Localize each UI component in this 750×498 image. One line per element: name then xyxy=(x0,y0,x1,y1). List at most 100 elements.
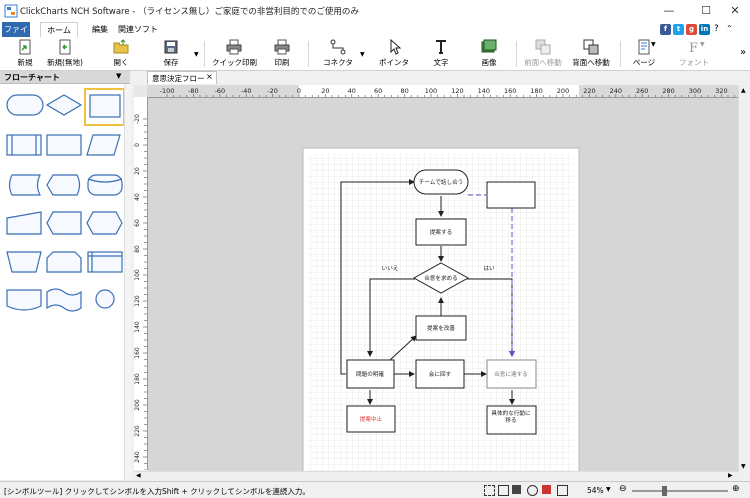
node-empty-box[interactable] xyxy=(486,181,536,209)
symbol-decision[interactable] xyxy=(45,94,83,116)
close-tab-icon[interactable]: × xyxy=(206,72,213,81)
image-button[interactable]: 画像 xyxy=(472,39,506,69)
ruler-tick-label: 0 xyxy=(134,143,141,147)
new-blank-button[interactable]: 新規(無地) xyxy=(40,39,90,69)
symbol-display[interactable] xyxy=(46,174,81,196)
page-button[interactable]: ページ xyxy=(626,39,662,69)
symbol-internal-storage[interactable] xyxy=(87,251,123,273)
symbol-preparation-left[interactable] xyxy=(46,211,82,235)
ruler-tick-label: 200 xyxy=(134,399,141,411)
document-tab[interactable]: 意思決定フロー × xyxy=(147,71,217,84)
node-start-label: チームで話し合う xyxy=(419,178,464,186)
symbol-library-scrollbar[interactable] xyxy=(124,84,131,480)
save-dropdown-icon[interactable]: ▼ xyxy=(194,51,199,58)
print-button[interactable]: 印刷 xyxy=(266,39,298,69)
tab-file[interactable]: ファイル xyxy=(2,22,30,49)
scroll-down-icon[interactable]: ▼ xyxy=(741,463,746,470)
symbol-document-box[interactable] xyxy=(46,134,82,156)
symbol-stored-data[interactable] xyxy=(8,174,41,196)
maximize-button[interactable]: ☐ xyxy=(690,0,722,22)
text-button[interactable]: 文字 xyxy=(424,39,458,69)
ruler-tick-label: 120 xyxy=(134,295,141,307)
twitter-icon[interactable]: t xyxy=(673,24,684,35)
grid-toggle-icon[interactable] xyxy=(527,485,538,496)
pointer-button[interactable]: ポインタ xyxy=(374,39,414,69)
vertical-scrollbar[interactable]: ▲ ▼ xyxy=(738,85,750,473)
flowchart-page[interactable]: チームで話し合う 提案する 合意を求める いいえ はい 提案を改善 問題の明確 … xyxy=(148,98,738,471)
symbol-manual-operation[interactable] xyxy=(6,251,42,273)
send-back-button[interactable]: 背面へ移動 xyxy=(570,39,612,69)
ribbon-separator xyxy=(308,41,309,67)
symbol-offpage[interactable] xyxy=(6,289,42,311)
fit-page-icon[interactable] xyxy=(484,485,495,496)
print-label: 印刷 xyxy=(274,58,290,67)
page-icon xyxy=(638,39,650,55)
font-dropdown-icon[interactable]: ▼ xyxy=(700,41,705,48)
ruler-toggle-icon[interactable] xyxy=(557,485,568,496)
symbol-direct-data[interactable] xyxy=(87,174,123,196)
ruler-tick-label: 60 xyxy=(134,219,141,227)
snap-icon[interactable] xyxy=(512,485,521,494)
symbol-terminator[interactable] xyxy=(6,94,44,116)
save-button[interactable]: 保存 xyxy=(154,39,188,69)
bring-front-button[interactable]: 前面へ移動 xyxy=(522,39,564,69)
scroll-left-icon[interactable]: ◀ xyxy=(136,472,141,479)
connector-dropdown-icon[interactable]: ▼ xyxy=(360,51,365,58)
linkedin-icon[interactable]: in xyxy=(699,24,710,35)
tab-related-software[interactable]: 関連ソフト xyxy=(112,22,164,37)
close-button[interactable]: ✕ xyxy=(719,0,750,22)
ruler-tick-label: 40 xyxy=(134,193,141,201)
minimize-button[interactable]: — xyxy=(653,0,685,22)
scroll-right-icon[interactable]: ▶ xyxy=(728,472,733,479)
ruler-tick-label: 20 xyxy=(134,167,141,175)
ribbon-separator xyxy=(620,41,621,67)
zoom-out-icon[interactable]: ⊖ xyxy=(619,484,627,494)
ruler-tick-label: -60 xyxy=(214,87,225,95)
ribbon-collapse-icon[interactable]: ⌃ xyxy=(726,24,733,33)
symbol-connector[interactable] xyxy=(95,289,115,309)
symbol-library-header[interactable]: フローチャート ▼ xyxy=(0,71,130,84)
symbol-punched-tape[interactable] xyxy=(46,288,82,312)
magnet-icon[interactable] xyxy=(542,485,551,494)
tab-edit[interactable]: 編集 xyxy=(86,22,114,37)
text-icon xyxy=(436,40,446,54)
fit-width-icon[interactable] xyxy=(498,485,509,496)
ruler-tick-label: -80 xyxy=(188,87,199,95)
zoom-slider-track[interactable] xyxy=(632,490,728,492)
symbol-data[interactable] xyxy=(86,134,121,156)
zoom-slider-thumb[interactable] xyxy=(662,486,667,496)
save-icon xyxy=(164,40,178,54)
ruler-tick-label: 20 xyxy=(321,87,329,95)
symbol-preparation[interactable] xyxy=(86,211,123,235)
new-button[interactable]: 新規 xyxy=(8,39,42,69)
status-message: [シンボルツール] クリックしてシンボルを入力Shift + クリックしてシンボ… xyxy=(4,487,310,496)
symbol-predefined-process[interactable] xyxy=(6,134,42,156)
scroll-up-icon[interactable]: ▲ xyxy=(741,87,746,94)
symbol-manual-input[interactable] xyxy=(6,211,42,235)
bring-front-icon xyxy=(535,39,551,55)
connector-button[interactable]: コネクタ xyxy=(318,39,358,69)
help-icon[interactable]: ? xyxy=(714,24,719,34)
facebook-icon[interactable]: f xyxy=(660,24,671,35)
open-button[interactable]: 開く xyxy=(104,39,138,69)
vertical-ruler: -20020406080100120140160180200220240260 xyxy=(134,97,148,470)
zoom-dropdown-icon[interactable]: ▼ xyxy=(606,486,611,493)
ruler-tick-label: 280 xyxy=(662,87,674,95)
tab-home[interactable]: ホーム xyxy=(40,22,78,38)
quick-print-button[interactable]: クイック印刷 xyxy=(212,39,257,69)
connector-icon xyxy=(330,39,346,55)
symbol-loop-limit[interactable] xyxy=(46,251,82,273)
ruler-tick-label: -100 xyxy=(160,87,175,95)
chevron-down-icon[interactable]: ▼ xyxy=(116,72,121,80)
send-back-label: 背面へ移動 xyxy=(572,58,610,67)
font-button[interactable]: F フォント xyxy=(676,39,712,69)
page-dropdown-icon[interactable]: ▼ xyxy=(651,41,656,48)
zoom-in-icon[interactable]: ⊕ xyxy=(732,484,740,494)
googleplus-icon[interactable]: g xyxy=(686,24,697,35)
ribbon-overflow-icon[interactable]: » xyxy=(740,47,746,58)
ruler-tick-label: 120 xyxy=(451,87,463,95)
drawing-canvas[interactable]: チームで話し合う 提案する 合意を求める いいえ はい 提案を改善 問題の明確 … xyxy=(148,98,738,471)
edge-no-label: いいえ xyxy=(382,265,399,272)
open-folder-icon xyxy=(113,39,129,54)
quick-print-icon xyxy=(226,39,242,55)
